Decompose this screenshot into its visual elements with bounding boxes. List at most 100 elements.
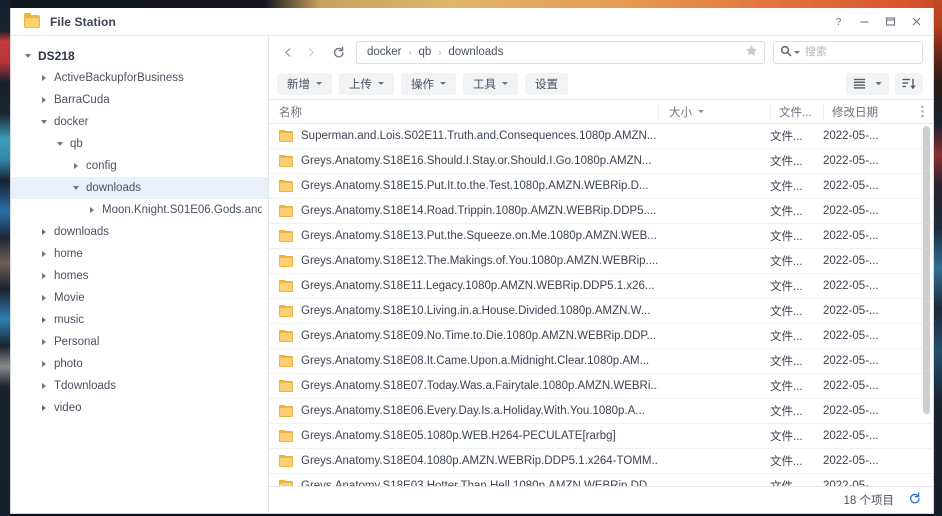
file-name-label: Greys.Anatomy.S18E04.1080p.AMZN.WEBRip.D… (301, 455, 658, 467)
sidebar-item-qb[interactable]: qb (11, 133, 268, 155)
file-name-cell[interactable]: Greys.Anatomy.S18E09.No.Time.to.Die.1080… (279, 330, 658, 342)
file-name-cell[interactable]: Greys.Anatomy.S18E08.It.Came.Upon.a.Midn… (279, 355, 658, 367)
caret-down-icon[interactable] (69, 181, 83, 195)
file-name-cell[interactable]: Greys.Anatomy.S18E11.Legacy.1080p.AMZN.W… (279, 280, 658, 292)
caret-right-icon[interactable] (37, 225, 51, 239)
sidebar-item-ds218[interactable]: DS218 (11, 45, 268, 67)
caret-down-icon[interactable] (53, 137, 67, 151)
close-button[interactable] (903, 10, 929, 34)
forward-button[interactable] (299, 41, 321, 63)
search-input[interactable] (805, 46, 916, 58)
breadcrumb-item-2[interactable]: downloads (448, 46, 503, 58)
table-row[interactable]: Greys.Anatomy.S18E11.Legacy.1080p.AMZN.W… (269, 274, 933, 299)
caret-right-icon[interactable] (37, 357, 51, 371)
sort-descending-icon[interactable] (895, 72, 923, 95)
sidebar-item-moon-knight-s01e06-gods-and-mo[interactable]: Moon.Knight.S01E06.Gods.and.Mo (11, 199, 268, 221)
breadcrumb-item-1[interactable]: qb (419, 46, 432, 58)
table-row[interactable]: Greys.Anatomy.S18E13.Put.the.Squeeze.on.… (269, 224, 933, 249)
scrollbar-thumb[interactable] (923, 126, 930, 414)
file-name-cell[interactable]: Greys.Anatomy.S18E13.Put.the.Squeeze.on.… (279, 230, 658, 242)
file-name-cell[interactable]: Greys.Anatomy.S18E05.1080p.WEB.H264-PECU… (279, 430, 658, 442)
folder-tree-sidebar[interactable]: DS218 ActiveBackupforBusiness BarraCuda doc… (11, 36, 269, 513)
caret-right-icon[interactable] (37, 93, 51, 107)
file-name-cell[interactable]: Greys.Anatomy.S18E15.Put.It.to.the.Test.… (279, 180, 658, 192)
sidebar-item-downloads[interactable]: downloads (11, 177, 268, 199)
table-row[interactable]: Greys.Anatomy.S18E14.Road.Trippin.1080p.… (269, 199, 933, 224)
sidebar-item-video[interactable]: video (11, 397, 268, 419)
caret-right-icon[interactable] (85, 203, 99, 217)
caret-right-icon[interactable] (37, 313, 51, 327)
table-row[interactable]: Superman.and.Lois.S02E11.Truth.and.Conse… (269, 124, 933, 149)
file-name-cell[interactable]: Greys.Anatomy.S18E07.Today.Was.a.Fairyta… (279, 380, 658, 392)
sidebar-item-barracuda[interactable]: BarraCuda (11, 89, 268, 111)
file-name-cell[interactable]: Greys.Anatomy.S18E06.Every.Day.Is.a.Holi… (279, 405, 658, 417)
caret-down-icon[interactable] (21, 49, 35, 63)
file-name-cell[interactable]: Greys.Anatomy.S18E12.The.Makings.of.You.… (279, 255, 658, 267)
table-row[interactable]: Greys.Anatomy.S18E04.1080p.AMZN.WEBRip.D… (269, 449, 933, 474)
sidebar-item-downloads[interactable]: downloads (11, 221, 268, 243)
upload-button[interactable]: 上传 (339, 72, 394, 95)
caret-right-icon[interactable] (37, 379, 51, 393)
caret-right-icon[interactable] (37, 247, 51, 261)
sidebar-item-photo[interactable]: photo (11, 353, 268, 375)
sidebar-item-personal[interactable]: Personal (11, 331, 268, 353)
search-box[interactable] (773, 40, 923, 64)
sidebar-item-music[interactable]: music (11, 309, 268, 331)
caret-down-icon[interactable] (37, 115, 51, 129)
list-view-icon[interactable] (846, 72, 871, 95)
breadcrumb-path-box[interactable]: docker › qb › downloads (356, 40, 765, 64)
file-name-cell[interactable]: Greys.Anatomy.S18E16.Should.I.Stay.or.Sh… (279, 155, 658, 167)
column-header-type[interactable]: 文件... (770, 103, 823, 120)
file-name-cell[interactable]: Greys.Anatomy.S18E14.Road.Trippin.1080p.… (279, 205, 658, 217)
caret-right-icon[interactable] (37, 401, 51, 415)
file-type-cell: 文件... (770, 181, 803, 193)
file-name-label: Greys.Anatomy.S18E07.Today.Was.a.Fairyta… (301, 380, 658, 392)
tools-button[interactable]: 工具 (463, 72, 518, 95)
vertical-scrollbar[interactable] (923, 126, 930, 484)
help-button[interactable]: ? (825, 10, 851, 34)
caret-right-icon[interactable] (37, 71, 51, 85)
table-row[interactable]: Greys.Anatomy.S18E09.No.Time.to.Die.1080… (269, 324, 933, 349)
chevron-down-icon[interactable] (794, 50, 800, 54)
file-rows-container[interactable]: Superman.and.Lois.S02E11.Truth.and.Conse… (269, 124, 933, 486)
column-header-name[interactable]: 名称 (279, 104, 658, 120)
table-row[interactable]: Greys.Anatomy.S18E07.Today.Was.a.Fairyta… (269, 374, 933, 399)
sidebar-item-config[interactable]: config (11, 155, 268, 177)
caret-right-icon[interactable] (69, 159, 83, 173)
sidebar-item-movie[interactable]: Movie (11, 287, 268, 309)
column-header-size[interactable]: 大小 (658, 103, 770, 120)
table-row[interactable]: Greys.Anatomy.S18E15.Put.It.to.the.Test.… (269, 174, 933, 199)
caret-right-icon[interactable] (37, 335, 51, 349)
action-button[interactable]: 操作 (401, 72, 456, 95)
file-name-cell[interactable]: Greys.Anatomy.S18E10.Living.in.a.House.D… (279, 305, 658, 317)
breadcrumb-item-0[interactable]: docker (367, 46, 402, 58)
table-row[interactable]: Greys.Anatomy.S18E06.Every.Day.Is.a.Holi… (269, 399, 933, 424)
file-name-cell[interactable]: Superman.and.Lois.S02E11.Truth.and.Conse… (279, 130, 658, 142)
chevron-down-icon[interactable] (871, 72, 889, 95)
sidebar-item-home[interactable]: home (11, 243, 268, 265)
settings-button[interactable]: 设置 (525, 72, 568, 95)
table-row[interactable]: Greys.Anatomy.S18E16.Should.I.Stay.or.Sh… (269, 149, 933, 174)
refresh-button[interactable] (327, 41, 349, 63)
table-row[interactable]: Greys.Anatomy.S18E03.Hotter.Than.Hell.10… (269, 474, 933, 486)
table-row[interactable]: Greys.Anatomy.S18E10.Living.in.a.House.D… (269, 299, 933, 324)
maximize-button[interactable] (877, 10, 903, 34)
column-options-icon[interactable] (911, 105, 933, 118)
star-icon[interactable] (737, 44, 758, 60)
sidebar-item-tdownloads[interactable]: Tdownloads (11, 375, 268, 397)
table-row[interactable]: Greys.Anatomy.S18E05.1080p.WEB.H264-PECU… (269, 424, 933, 449)
back-button[interactable] (277, 41, 299, 63)
sidebar-item-homes[interactable]: homes (11, 265, 268, 287)
file-name-cell[interactable]: Greys.Anatomy.S18E04.1080p.AMZN.WEBRip.D… (279, 455, 658, 467)
refresh-icon[interactable] (908, 492, 921, 508)
sidebar-item-docker[interactable]: docker (11, 111, 268, 133)
caret-right-icon[interactable] (37, 269, 51, 283)
caret-right-icon[interactable] (37, 291, 51, 305)
table-row[interactable]: Greys.Anatomy.S18E08.It.Came.Upon.a.Midn… (269, 349, 933, 374)
minimize-button[interactable] (851, 10, 877, 34)
sidebar-item-activebackupforbusiness[interactable]: ActiveBackupforBusiness (11, 67, 268, 89)
create-button[interactable]: 新增 (277, 72, 332, 95)
table-row[interactable]: Greys.Anatomy.S18E12.The.Makings.of.You.… (269, 249, 933, 274)
column-header-date[interactable]: 修改日期 (823, 103, 911, 120)
file-name-cell[interactable]: Greys.Anatomy.S18E03.Hotter.Than.Hell.10… (279, 480, 658, 486)
